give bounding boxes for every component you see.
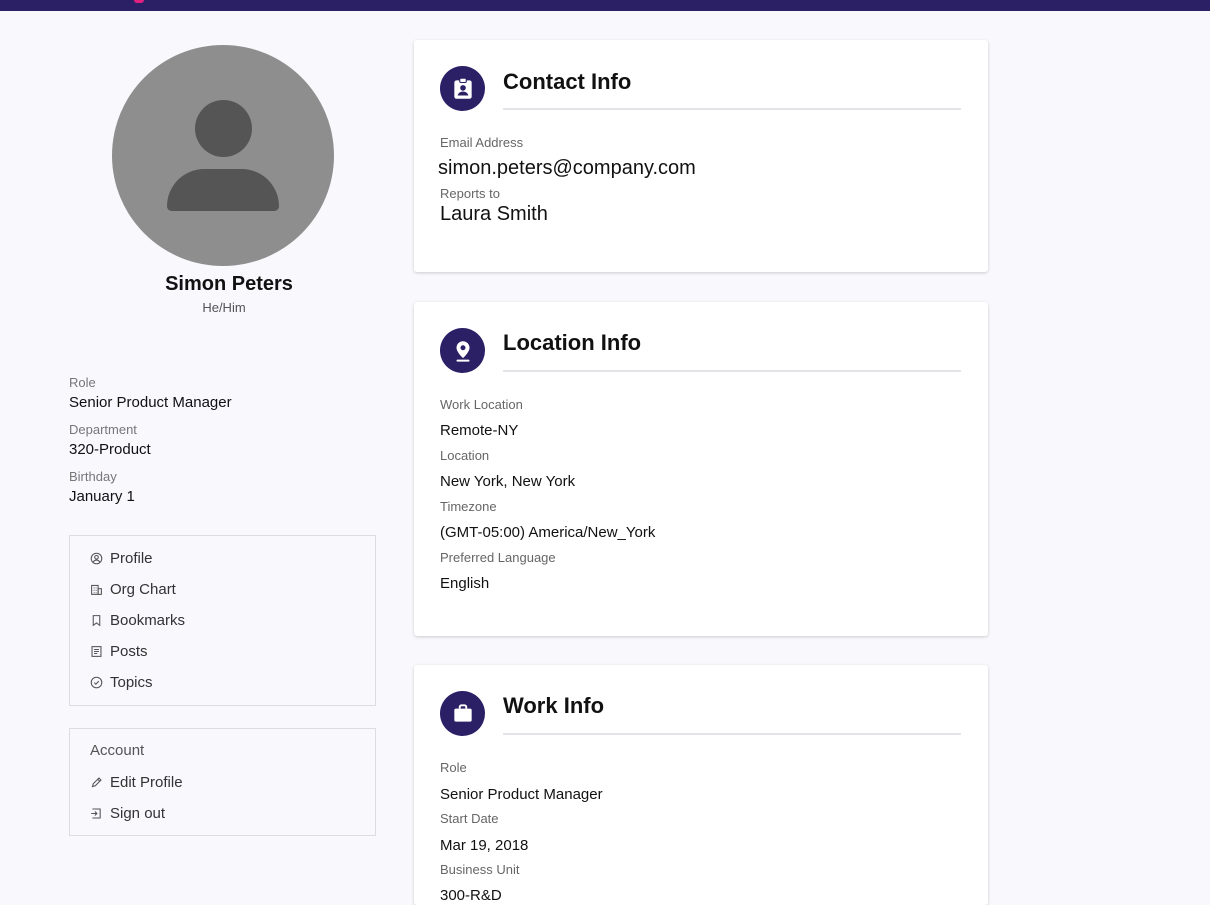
- start-date-label: Start Date: [440, 811, 499, 826]
- id-badge-icon: [453, 77, 472, 99]
- field-label: Department: [69, 422, 137, 437]
- avatar-placeholder-head: [195, 100, 252, 157]
- preferred-language-value: English: [440, 575, 490, 592]
- account-menu-header: Account: [90, 742, 145, 759]
- timezone-value: (GMT-05:00) America/New_York: [440, 524, 656, 541]
- field-value: Senior Product Manager: [69, 394, 232, 411]
- divider: [503, 108, 961, 110]
- reports-to-label: Reports to: [440, 186, 500, 201]
- nav-item-label: Sign out: [110, 804, 166, 822]
- profile-field-birthday: Birthday January 1: [69, 469, 135, 505]
- document-icon: [91, 645, 102, 657]
- divider: [503, 733, 961, 735]
- business-unit-value: 300-R&D: [440, 887, 502, 904]
- nav-item-label: Topics: [110, 673, 153, 691]
- work-card-icon: [440, 691, 485, 736]
- edit-profile-link[interactable]: Edit Profile: [90, 771, 183, 793]
- profile-nav-menu: Profile Org Chart Bookmarks Posts Topics: [69, 535, 376, 706]
- preferred-language-label: Preferred Language: [440, 550, 556, 565]
- location-card-title: Location Info: [503, 330, 642, 355]
- briefcase-icon: [453, 703, 472, 722]
- nav-item-bookmarks[interactable]: Bookmarks: [90, 609, 185, 631]
- location-pin-icon: [456, 340, 469, 362]
- work-info-card: Work Info Role Senior Product Manager St…: [414, 665, 988, 905]
- contact-card-title: Contact Info: [503, 69, 632, 94]
- profile-field-role: Role Senior Product Manager: [69, 375, 232, 411]
- business-unit-label: Business Unit: [440, 862, 520, 877]
- check-circle-icon: [90, 676, 103, 688]
- email-value[interactable]: simon.peters@company.com: [438, 157, 696, 180]
- contact-info-card: Contact Info Email Address simon.peters@…: [414, 40, 988, 272]
- work-role-label: Role: [440, 760, 467, 775]
- email-label: Email Address: [440, 135, 524, 150]
- field-value: January 1: [69, 488, 135, 505]
- nav-item-posts[interactable]: Posts: [90, 640, 148, 662]
- nav-item-label: Posts: [110, 642, 148, 660]
- reports-to-value[interactable]: Laura Smith: [440, 203, 548, 226]
- field-label: Role: [69, 375, 96, 390]
- nav-item-label: Edit Profile: [110, 773, 183, 791]
- nav-item-topics[interactable]: Topics: [90, 671, 153, 693]
- profile-name: Simon Peters: [165, 273, 293, 295]
- work-role-value: Senior Product Manager: [440, 786, 603, 803]
- user-circle-icon: [90, 552, 103, 564]
- location-label: Location: [440, 448, 490, 463]
- account-menu: Account Edit Profile Sign out: [69, 728, 376, 836]
- profile-pronouns: He/Him: [202, 300, 246, 315]
- nav-item-label: Bookmarks: [110, 611, 186, 629]
- brand-logo-fragment: [134, 0, 144, 3]
- top-navigation-bar: [0, 0, 1210, 11]
- start-date-value: Mar 19, 2018: [440, 837, 529, 854]
- location-info-card: Location Info Work Location Remote-NY Lo…: [414, 302, 988, 636]
- timezone-label: Timezone: [440, 499, 497, 514]
- divider: [503, 370, 961, 372]
- location-value: New York, New York: [440, 473, 576, 490]
- pencil-icon: [91, 776, 102, 787]
- field-value: 320-Product: [69, 441, 151, 458]
- location-card-icon: [440, 328, 485, 373]
- field-label: Birthday: [69, 469, 117, 484]
- work-location-label: Work Location: [440, 397, 523, 412]
- sign-out-icon: [91, 808, 101, 818]
- avatar-placeholder-body: [167, 169, 279, 211]
- profile-field-department: Department 320-Product: [69, 422, 151, 458]
- nav-item-label: Org Chart: [110, 580, 176, 598]
- work-card-title: Work Info: [503, 693, 605, 718]
- nav-item-label: Profile: [110, 549, 153, 567]
- work-location-value: Remote-NY: [440, 422, 519, 439]
- contact-card-icon: [440, 66, 485, 111]
- sign-out-link[interactable]: Sign out: [90, 802, 165, 824]
- building-icon: [91, 584, 102, 595]
- avatar: [112, 45, 334, 266]
- nav-item-org-chart[interactable]: Org Chart: [90, 578, 176, 600]
- bookmark-icon: [92, 614, 101, 626]
- nav-item-profile[interactable]: Profile: [90, 547, 153, 569]
